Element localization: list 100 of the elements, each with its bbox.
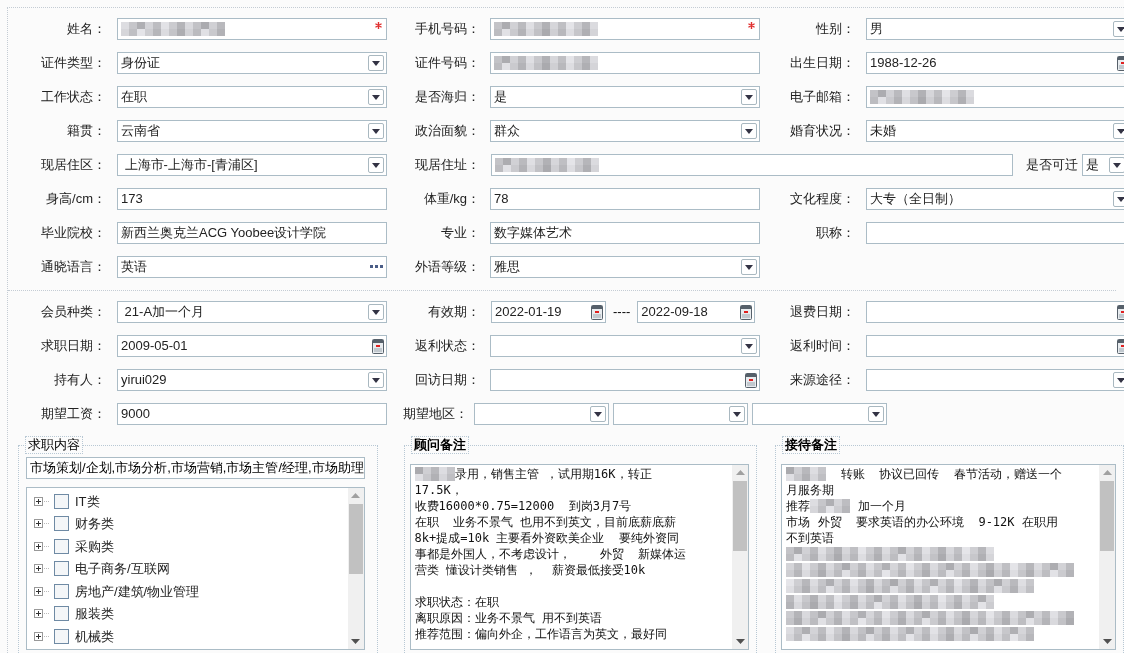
calendar-icon[interactable]	[372, 338, 384, 354]
tree-item-label[interactable]: 电子商务/互联网	[75, 559, 170, 579]
dropdown-field[interactable]: 是	[490, 86, 760, 108]
text-field[interactable]: 173	[117, 188, 387, 210]
dropdown-field[interactable]: 未婚	[866, 120, 1124, 142]
dropdown-button[interactable]	[368, 123, 384, 139]
date-field[interactable]: 2022-09-18	[637, 301, 756, 323]
expand-icon[interactable]	[34, 609, 50, 619]
calendar-icon[interactable]	[740, 304, 753, 320]
field-label: 身高/cm：	[45, 190, 106, 209]
dropdown-field[interactable]: 上海市-上海市-[青浦区]	[117, 154, 387, 176]
dropdown-button[interactable]	[741, 259, 757, 275]
checkbox[interactable]	[54, 606, 69, 622]
field-label: 籍贯：	[66, 122, 106, 141]
tree-item-label[interactable]: 机械类	[75, 626, 114, 646]
date-field[interactable]: 2022-01-19	[491, 301, 606, 323]
tree-item-label[interactable]: 财务类	[75, 514, 114, 534]
dropdown-button[interactable]	[729, 406, 745, 422]
field-label: 体重/kg：	[422, 190, 480, 209]
text-field[interactable]	[490, 18, 760, 40]
dropdown-field[interactable]: 云南省	[117, 120, 387, 142]
calendar-icon[interactable]	[745, 372, 757, 388]
tree-item-label[interactable]: IT类	[75, 491, 100, 511]
scrollbar[interactable]	[732, 465, 749, 649]
picker-field[interactable]: 英语	[117, 256, 387, 278]
expand-icon[interactable]	[34, 586, 50, 596]
dropdown-field[interactable]	[866, 369, 1124, 391]
text-field[interactable]	[490, 52, 760, 74]
dropdown-button[interactable]	[368, 89, 384, 105]
expand-icon[interactable]	[34, 519, 50, 529]
field-label: 婚育状况：	[789, 122, 855, 141]
job-intent-field[interactable]: 市场策划/企划,市场分析,市场营销,市场主管/经理,市场助理	[26, 457, 365, 479]
dropdown-field[interactable]: 雅思	[490, 256, 760, 278]
dropdown-button[interactable]	[590, 406, 606, 422]
expand-icon[interactable]	[34, 541, 50, 551]
calendar-icon[interactable]	[591, 304, 603, 320]
field-label: 外语等级：	[414, 258, 480, 277]
scrollbar-thumb[interactable]	[1100, 481, 1114, 551]
text-field[interactable]: 78	[490, 188, 760, 210]
dropdown-button[interactable]	[368, 55, 384, 71]
checkbox[interactable]	[54, 493, 69, 509]
caret-down-icon	[733, 411, 741, 417]
checkbox[interactable]	[54, 628, 69, 644]
field-label: 现居住区：	[40, 156, 106, 175]
notes-textarea[interactable]: 录用，销售主管 ，试用期16K，转正 17.5K， 收费16000*0.75=12000 到岗3月7号 在职 业务不景气 也用不到英文，目前底薪底薪 8k+提成=10k 主要看外资欧美企业 要纯外资同 事都是外国人，不考虑设计， 外贸 新媒体运 营类 懂设计类销售 ， 薪资最低接受10k 求职状态：在职 离职原因：业务不景气 用不到英语 推荐范围：偏向外企，工作语言为英文，最好同	[409, 464, 750, 650]
checkbox[interactable]	[54, 538, 69, 554]
dropdown-button[interactable]	[741, 123, 757, 139]
text-field[interactable]	[866, 222, 1124, 244]
dropdown-field[interactable]	[752, 403, 887, 425]
text-field[interactable]	[866, 86, 1124, 108]
dropdown-field[interactable]: 大专（全日制）	[866, 188, 1124, 210]
tree-item-label[interactable]: 采购类	[75, 536, 114, 556]
dropdown-field[interactable]: 21-A加一个月	[117, 301, 387, 323]
ellipsis-icon[interactable]	[370, 265, 384, 269]
dropdown-button[interactable]	[368, 304, 384, 320]
dropdown-button[interactable]	[368, 157, 384, 173]
text-field[interactable]: 新西兰奥克兰ACG Yoobee设计学院	[117, 222, 387, 244]
dropdown-field[interactable]: 男	[866, 18, 1124, 40]
text-field[interactable]: 数字媒体艺术	[490, 222, 760, 244]
tree-item-label[interactable]: 服装类	[75, 604, 114, 624]
scrollbar[interactable]	[1099, 465, 1115, 649]
note-text: 不到英语	[786, 530, 835, 546]
dropdown-field[interactable]: 身份证	[117, 52, 387, 74]
notes-textarea[interactable]: 转账 协议已回传 春节活动，赠送一个 月服务期 推荐 加一个月 市场 外贸 要求英语的办公环境 9-12K 在职用 不到英语	[781, 464, 1116, 650]
dropdown-field[interactable]	[613, 403, 748, 425]
dropdown-field[interactable]: 群众	[490, 120, 760, 142]
date-field[interactable]: 2009-05-01	[117, 335, 387, 357]
note-text: 营类 懂设计类销售 ， 薪资最低接受10k	[414, 562, 646, 578]
dropdown-field[interactable]: 是	[1082, 154, 1124, 176]
checkbox[interactable]	[54, 583, 69, 599]
caret-down-icon	[372, 309, 380, 315]
dropdown-field[interactable]	[490, 335, 760, 357]
expand-icon[interactable]	[34, 564, 50, 574]
text-field[interactable]	[117, 18, 387, 40]
date-field[interactable]	[866, 301, 1124, 323]
dropdown-button[interactable]	[1109, 157, 1124, 173]
scrollbar-thumb[interactable]	[733, 481, 748, 551]
date-field[interactable]	[866, 335, 1124, 357]
redacted-text	[810, 499, 851, 513]
scrollbar[interactable]	[347, 488, 364, 649]
dropdown-field[interactable]: 在职	[117, 86, 387, 108]
text-field[interactable]: 9000	[117, 403, 387, 425]
dropdown-button[interactable]	[741, 338, 757, 354]
dropdown-field[interactable]	[474, 403, 609, 425]
expand-icon[interactable]	[34, 631, 50, 641]
field-label: 通晓语言：	[40, 258, 106, 277]
caret-down-icon	[1117, 377, 1124, 383]
tree-item-label[interactable]: 房地产/建筑/物业管理	[75, 581, 200, 601]
caret-down-icon	[872, 411, 880, 417]
text-field[interactable]	[491, 154, 1013, 176]
dropdown-button[interactable]	[868, 406, 884, 422]
expand-icon[interactable]	[34, 496, 50, 506]
checkbox[interactable]	[54, 561, 69, 577]
dropdown-field[interactable]: yirui029	[117, 369, 387, 391]
dropdown-button[interactable]	[741, 89, 757, 105]
dropdown-button[interactable]	[368, 372, 384, 388]
date-field[interactable]: 1988-12-26	[866, 52, 1124, 74]
date-field[interactable]	[490, 369, 760, 391]
checkbox[interactable]	[54, 516, 69, 532]
scrollbar-thumb[interactable]	[348, 504, 363, 574]
